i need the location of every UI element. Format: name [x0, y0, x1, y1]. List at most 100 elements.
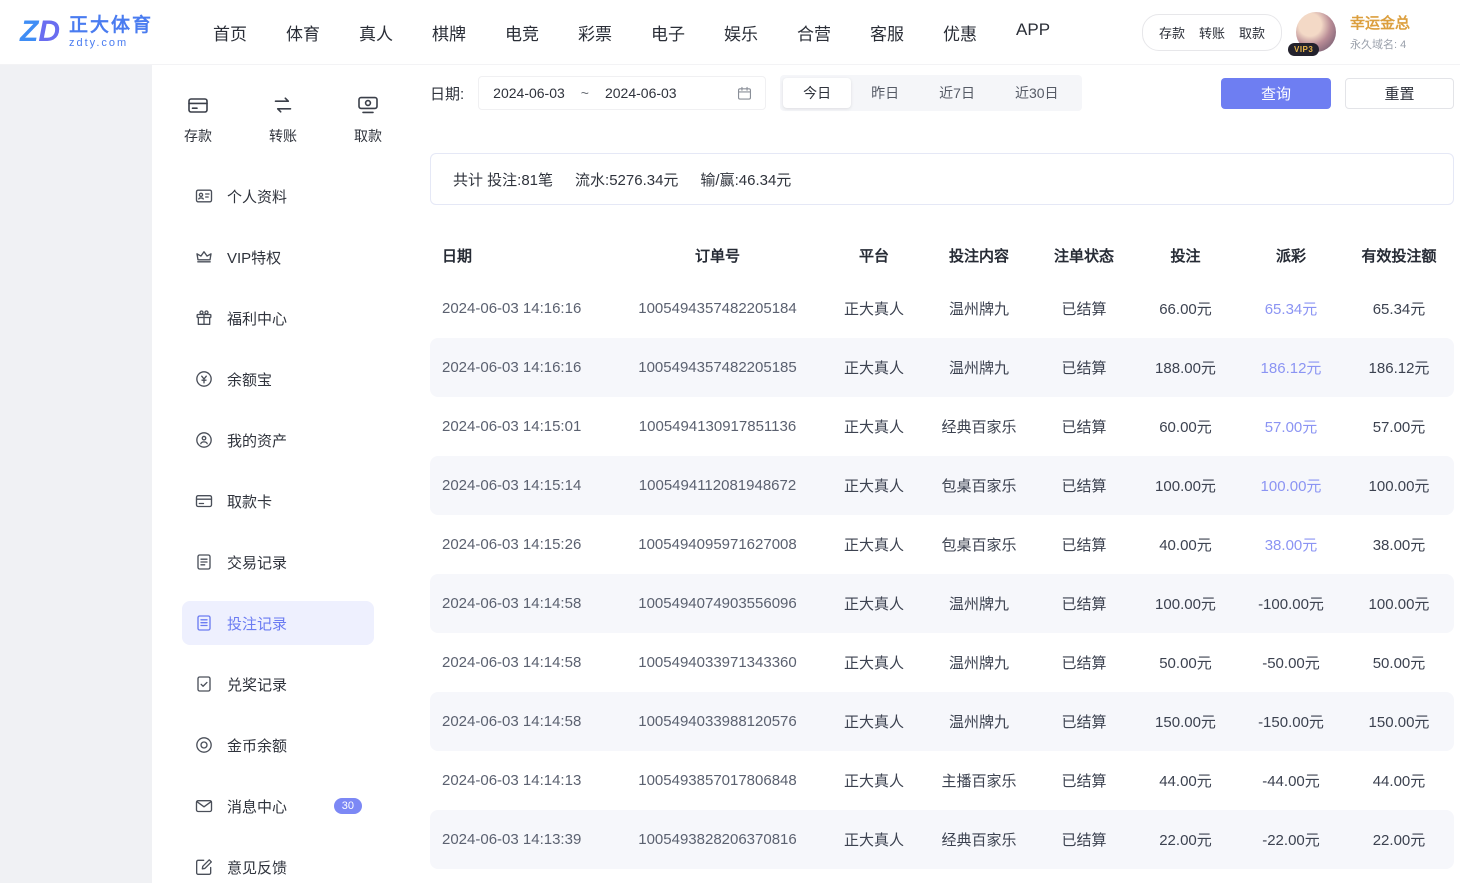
- sidebar-item-vip[interactable]: VIP特权: [182, 235, 374, 279]
- table-row: 2024-06-03 14:15:14 1005494112081948672 …: [430, 456, 1454, 515]
- quick-range-tab[interactable]: 近7日: [919, 78, 995, 108]
- cell-bet: 44.00元: [1133, 770, 1238, 791]
- summary-total-bets: 共计 投注:81笔: [453, 169, 553, 190]
- date-filter-label: 日期:: [430, 83, 464, 104]
- cell-bet: 100.00元: [1133, 593, 1238, 614]
- sidebar-item-withdraw-card[interactable]: 取款卡: [182, 479, 374, 523]
- table-row: 2024-06-03 14:15:01 1005494130917851136 …: [430, 397, 1454, 456]
- quick-range-tab[interactable]: 昨日: [851, 78, 919, 108]
- cell-valid: 150.00元: [1344, 711, 1454, 732]
- header-quick-link[interactable]: 存款: [1159, 23, 1185, 42]
- table-row: 2024-06-03 14:14:58 1005494074903556096 …: [430, 574, 1454, 633]
- cell-platform: 正大真人: [825, 829, 923, 850]
- table-body: 2024-06-03 14:16:16 1005494357482205184 …: [430, 279, 1454, 869]
- sidebar-item-assets[interactable]: 我的资产: [182, 418, 374, 462]
- cell-platform: 正大真人: [825, 593, 923, 614]
- cell-date: 2024-06-03 14:13:39: [430, 831, 610, 848]
- nav-item[interactable]: 首页: [213, 20, 247, 45]
- cell-status: 已结算: [1035, 770, 1133, 791]
- bet-records-table: 日期 订单号 平台 投注内容 注单状态 投注 派彩 有效投注额 2024-06-…: [430, 231, 1454, 869]
- cell-payout: -100.00元: [1238, 593, 1344, 614]
- quick-action-transfer[interactable]: 转账: [269, 93, 297, 146]
- cell-status: 已结算: [1035, 534, 1133, 555]
- vip-badge: VIP3: [1288, 43, 1319, 56]
- nav-item[interactable]: 电竞: [505, 20, 539, 45]
- main-content: 日期: 2024-06-03 ~ 2024-06-03 今日昨日近7日近30日 …: [412, 65, 1460, 883]
- col-header-payout: 派彩: [1238, 245, 1344, 266]
- cell-order: 1005494033988120576: [610, 713, 825, 730]
- username: 幸运金总: [1350, 12, 1460, 33]
- cell-platform: 正大真人: [825, 534, 923, 555]
- sidebar-item-gold-balance[interactable]: 金币余额: [182, 723, 374, 767]
- nav-item[interactable]: 合营: [797, 20, 831, 45]
- cell-order: 1005494357482205185: [610, 359, 825, 376]
- cell-payout: -150.00元: [1238, 711, 1344, 732]
- sidebar-quick-actions: 存款 转账 取款: [152, 65, 412, 146]
- cell-payout: -22.00元: [1238, 829, 1344, 850]
- sidebar-item-profile[interactable]: 个人资料: [182, 174, 374, 218]
- id-card-icon: [194, 186, 214, 206]
- assets-icon: [194, 430, 214, 450]
- reset-button[interactable]: 重置: [1345, 78, 1454, 109]
- unread-count-badge: 30: [334, 798, 362, 814]
- sidebar-menu: 个人资料 VIP特权 福利中心 余额宝 我的资产 取款卡: [152, 146, 412, 883]
- col-header-status: 注单状态: [1035, 245, 1133, 266]
- table-row: 2024-06-03 14:13:39 1005493828206370816 …: [430, 810, 1454, 869]
- table-row: 2024-06-03 14:14:58 1005494033988120576 …: [430, 692, 1454, 751]
- summary-turnover: 流水:5276.34元: [575, 169, 678, 190]
- nav-item[interactable]: 电子: [651, 20, 685, 45]
- quick-range-tab[interactable]: 今日: [783, 78, 851, 108]
- cell-content: 温州牌九: [923, 593, 1035, 614]
- cell-order: 1005494074903556096: [610, 595, 825, 612]
- nav-item[interactable]: 棋牌: [432, 20, 466, 45]
- cell-valid: 65.34元: [1344, 298, 1454, 319]
- cell-date: 2024-06-03 14:15:14: [430, 477, 610, 494]
- sidebar-item-feedback[interactable]: 意见反馈: [182, 845, 374, 883]
- nav-item[interactable]: 体育: [286, 20, 320, 45]
- sidebar-item-transactions[interactable]: 交易记录: [182, 540, 374, 584]
- sidebar-item-yuebao[interactable]: 余额宝: [182, 357, 374, 401]
- cell-platform: 正大真人: [825, 770, 923, 791]
- date-from-value: 2024-06-03: [493, 85, 565, 101]
- nav-item[interactable]: 优惠: [943, 20, 977, 45]
- quick-range-tab[interactable]: 近30日: [995, 78, 1079, 108]
- sidebar-item-welfare[interactable]: 福利中心: [182, 296, 374, 340]
- cell-content: 包桌百家乐: [923, 534, 1035, 555]
- sidebar-item-bet-records[interactable]: 投注记录: [182, 601, 374, 645]
- quick-action-withdraw[interactable]: 取款: [354, 93, 382, 146]
- calendar-icon[interactable]: [736, 85, 753, 102]
- cell-content: 温州牌九: [923, 652, 1035, 673]
- cell-valid: 100.00元: [1344, 475, 1454, 496]
- nav-item[interactable]: APP: [1016, 20, 1050, 45]
- page-background-strip: [0, 65, 152, 883]
- cell-bet: 40.00元: [1133, 534, 1238, 555]
- nav-item[interactable]: 彩票: [578, 20, 612, 45]
- cell-content: 主播百家乐: [923, 770, 1035, 791]
- top-header: ZD 正大体育 zdty.com 首页 体育 真人 棋牌 电竞 彩票 电子 娱乐 合营 客服 优惠 A…: [0, 0, 1460, 65]
- cell-content: 温州牌九: [923, 357, 1035, 378]
- header-quick-link[interactable]: 转账: [1199, 23, 1225, 42]
- query-button[interactable]: 查询: [1221, 78, 1331, 109]
- sidebar-item-redeem-records[interactable]: 兑奖记录: [182, 662, 374, 706]
- cell-payout: 65.34元: [1238, 298, 1344, 319]
- withdraw-icon: [356, 93, 380, 117]
- table-row: 2024-06-03 14:14:58 1005494033971343360 …: [430, 633, 1454, 692]
- cell-date: 2024-06-03 14:14:13: [430, 772, 610, 789]
- cell-order: 1005494112081948672: [610, 477, 825, 494]
- brand-logo[interactable]: ZD 正大体育 zdty.com: [20, 15, 153, 49]
- cell-bet: 22.00元: [1133, 829, 1238, 850]
- nav-item[interactable]: 真人: [359, 20, 393, 45]
- cell-status: 已结算: [1035, 357, 1133, 378]
- header-quick-link[interactable]: 取款: [1239, 23, 1265, 42]
- cell-platform: 正大真人: [825, 475, 923, 496]
- cell-valid: 22.00元: [1344, 829, 1454, 850]
- date-range-input[interactable]: 2024-06-03 ~ 2024-06-03: [478, 76, 766, 110]
- cell-payout: 38.00元: [1238, 534, 1344, 555]
- transfer-icon: [271, 93, 295, 117]
- quick-action-deposit[interactable]: 存款: [184, 93, 212, 146]
- nav-item[interactable]: 娱乐: [724, 20, 758, 45]
- sidebar-item-messages[interactable]: 消息中心 30: [182, 784, 374, 828]
- nav-item[interactable]: 客服: [870, 20, 904, 45]
- cell-order: 1005494130917851136: [610, 418, 825, 435]
- brand-name: 正大体育: [69, 15, 153, 37]
